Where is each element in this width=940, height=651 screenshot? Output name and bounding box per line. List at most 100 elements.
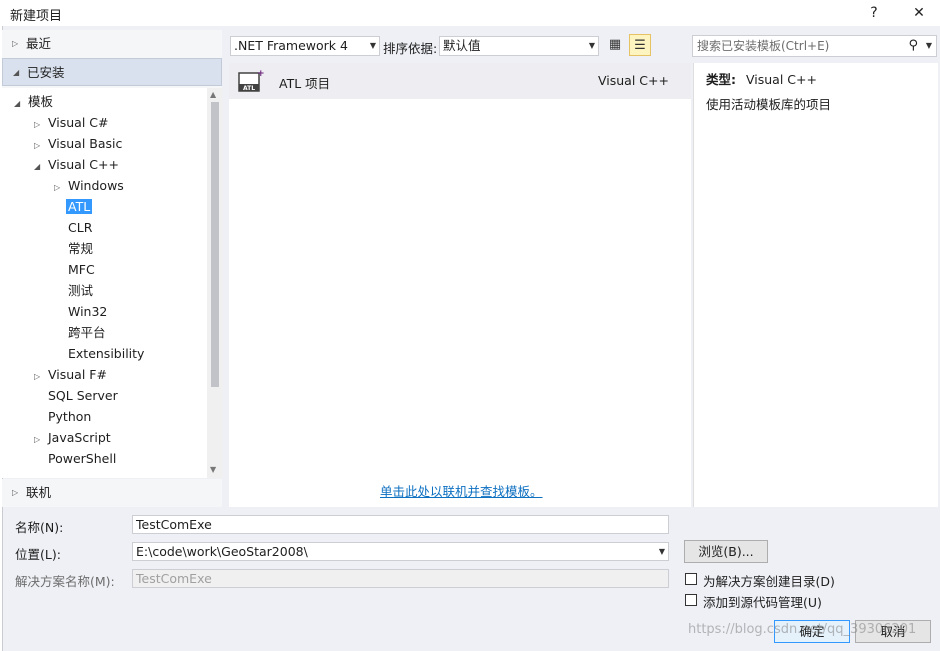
- tree-item[interactable]: ◢ 模板: [14, 92, 55, 112]
- tree-item-label: Visual C#: [48, 115, 109, 130]
- tree-item[interactable]: ▷ Visual Basic: [34, 134, 124, 154]
- name-label: 名称(N):: [15, 520, 64, 535]
- type-value: Visual C++: [746, 72, 817, 87]
- browse-button[interactable]: 浏览(B)...: [684, 540, 768, 563]
- sort-value: 默认值: [443, 38, 481, 53]
- sort-label: 排序依据:: [383, 41, 438, 56]
- create-directory-label: 为解决方案创建目录(D): [703, 574, 835, 589]
- location-value: E:\code\work\GeoStar2008\: [136, 544, 308, 559]
- tree-item-label: Win32: [68, 304, 108, 319]
- tree-item[interactable]: MFC: [54, 260, 97, 280]
- tree-item-label: Visual F#: [48, 367, 107, 382]
- tree-item[interactable]: Extensibility: [54, 344, 146, 364]
- tree-item-label: JavaScript: [48, 430, 111, 445]
- tree-item-label: Python: [48, 409, 92, 424]
- help-button[interactable]: ?: [860, 2, 888, 24]
- grid-view-icon[interactable]: ▦: [604, 34, 626, 56]
- source-control-label: 添加到源代码管理(U): [703, 595, 822, 610]
- tree-item-label: PowerShell: [48, 451, 117, 466]
- tree-item-label: Windows: [68, 178, 124, 193]
- list-view-icon[interactable]: ☰: [629, 34, 651, 56]
- type-label: 类型:: [706, 72, 736, 87]
- tree-item[interactable]: ◢ Visual C++: [34, 155, 121, 175]
- tree-item-label: CLR: [68, 220, 93, 235]
- location-label: 位置(L):: [15, 547, 61, 562]
- dropdown-arrow-icon: ▼: [369, 41, 376, 50]
- tree-item-label: MFC: [68, 262, 95, 277]
- tree-item-label: ATL: [66, 199, 93, 214]
- checkbox-box[interactable]: [685, 573, 697, 585]
- tree-item-label: 测试: [68, 283, 94, 298]
- template-description: 使用活动模板库的项目: [706, 97, 832, 112]
- template-tree: ◢ 模板 ▷ Visual C# ▷ Visual Basic ◢ Visual C++ ▷ Wi…: [2, 88, 207, 478]
- tree-item-label: Extensibility: [68, 346, 145, 361]
- expand-arrow-icon[interactable]: ▷: [34, 115, 46, 135]
- scroll-up-icon[interactable]: ▲: [210, 90, 216, 99]
- tree-item[interactable]: 跨平台: [54, 323, 108, 343]
- framework-select[interactable]: .NET Framework 4 ▼: [230, 36, 380, 56]
- tree-item-label: Visual C++: [48, 157, 119, 172]
- nav-recent-label: 最近: [26, 36, 52, 51]
- search-input[interactable]: 搜索已安装模板(Ctrl+E) ⚲ ▼: [692, 35, 937, 57]
- expand-arrow-icon: ▷: [12, 39, 19, 48]
- collapse-arrow-icon[interactable]: ◢: [14, 94, 26, 114]
- svg-text:++: ++: [257, 69, 265, 79]
- nav-online-label: 联机: [26, 485, 52, 500]
- name-field[interactable]: TestComExe: [132, 515, 669, 534]
- tree-item[interactable]: ▷ Visual C#: [34, 113, 111, 133]
- search-icon[interactable]: ⚲: [908, 36, 918, 56]
- svg-text:ATL: ATL: [243, 85, 255, 92]
- solution-name-label: 解决方案名称(M):: [15, 574, 115, 589]
- tree-item[interactable]: ▷ Visual F#: [34, 365, 109, 385]
- collapse-arrow-icon[interactable]: ◢: [34, 157, 46, 177]
- watermark: https://blog.csdn.net/qq_39306201: [688, 622, 917, 637]
- scroll-down-icon[interactable]: ▼: [210, 465, 216, 474]
- tree-item[interactable]: 测试: [54, 281, 95, 301]
- framework-value: .NET Framework 4: [234, 38, 348, 53]
- tree-item-label: 常规: [68, 241, 94, 256]
- nav-online[interactable]: ▷ 联机: [2, 479, 222, 507]
- solution-name-value: TestComExe: [136, 571, 212, 586]
- search-placeholder: 搜索已安装模板(Ctrl+E): [697, 39, 830, 53]
- expand-arrow-icon[interactable]: ▷: [34, 430, 46, 450]
- template-language: Visual C++: [598, 73, 669, 88]
- template-name: ATL 项目: [279, 76, 331, 91]
- expand-arrow-icon[interactable]: ▷: [54, 178, 66, 198]
- checkbox-box[interactable]: [685, 594, 697, 606]
- template-item[interactable]: ATL ++ ATL 项目 Visual C++: [229, 63, 691, 99]
- collapse-arrow-icon: ◢: [13, 68, 20, 77]
- tree-item-label: 跨平台: [68, 325, 106, 340]
- sort-select[interactable]: 默认值 ▼: [439, 36, 599, 56]
- atl-project-icon: ATL ++: [238, 69, 265, 92]
- dropdown-arrow-icon: ▼: [588, 41, 595, 50]
- title-bar: 新建项目 ? ✕: [0, 0, 940, 26]
- template-type: 类型: Visual C++: [706, 69, 817, 88]
- tree-item[interactable]: CLR: [54, 218, 94, 238]
- dropdown-arrow-icon[interactable]: ▼: [659, 543, 665, 560]
- tree-item[interactable]: ▷ Windows: [54, 176, 126, 196]
- scroll-thumb[interactable]: [211, 102, 219, 387]
- tree-item[interactable]: ▷ JavaScript: [34, 428, 113, 448]
- tree-item-label: Visual Basic: [48, 136, 123, 151]
- tree-item[interactable]: Python: [34, 407, 93, 427]
- dropdown-arrow-icon[interactable]: ▼: [926, 36, 932, 56]
- expand-arrow-icon[interactable]: ▷: [34, 367, 46, 387]
- dialog-title: 新建项目: [10, 9, 63, 24]
- tree-item[interactable]: ATL: [54, 197, 93, 217]
- expand-arrow-icon[interactable]: ▷: [34, 136, 46, 156]
- tree-item[interactable]: 常规: [54, 239, 95, 259]
- tree-item[interactable]: SQL Server: [34, 386, 120, 406]
- close-button[interactable]: ✕: [905, 2, 933, 24]
- nav-installed[interactable]: ◢ 已安装: [2, 58, 222, 86]
- tree-item-label: 模板: [28, 94, 54, 109]
- template-list: ATL ++ ATL 项目 Visual C++: [229, 63, 691, 507]
- expand-arrow-icon: ▷: [12, 488, 19, 497]
- nav-recent[interactable]: ▷ 最近: [2, 30, 222, 58]
- location-field[interactable]: E:\code\work\GeoStar2008\ ▼: [132, 542, 669, 561]
- name-value: TestComExe: [136, 517, 212, 532]
- tree-item[interactable]: Win32: [54, 302, 109, 322]
- tree-item-label: SQL Server: [48, 388, 118, 403]
- online-templates-link[interactable]: 单击此处以联机并查找模板。: [380, 481, 543, 500]
- tree-scrollbar[interactable]: ▲ ▼: [207, 88, 223, 478]
- tree-item[interactable]: PowerShell: [34, 449, 118, 469]
